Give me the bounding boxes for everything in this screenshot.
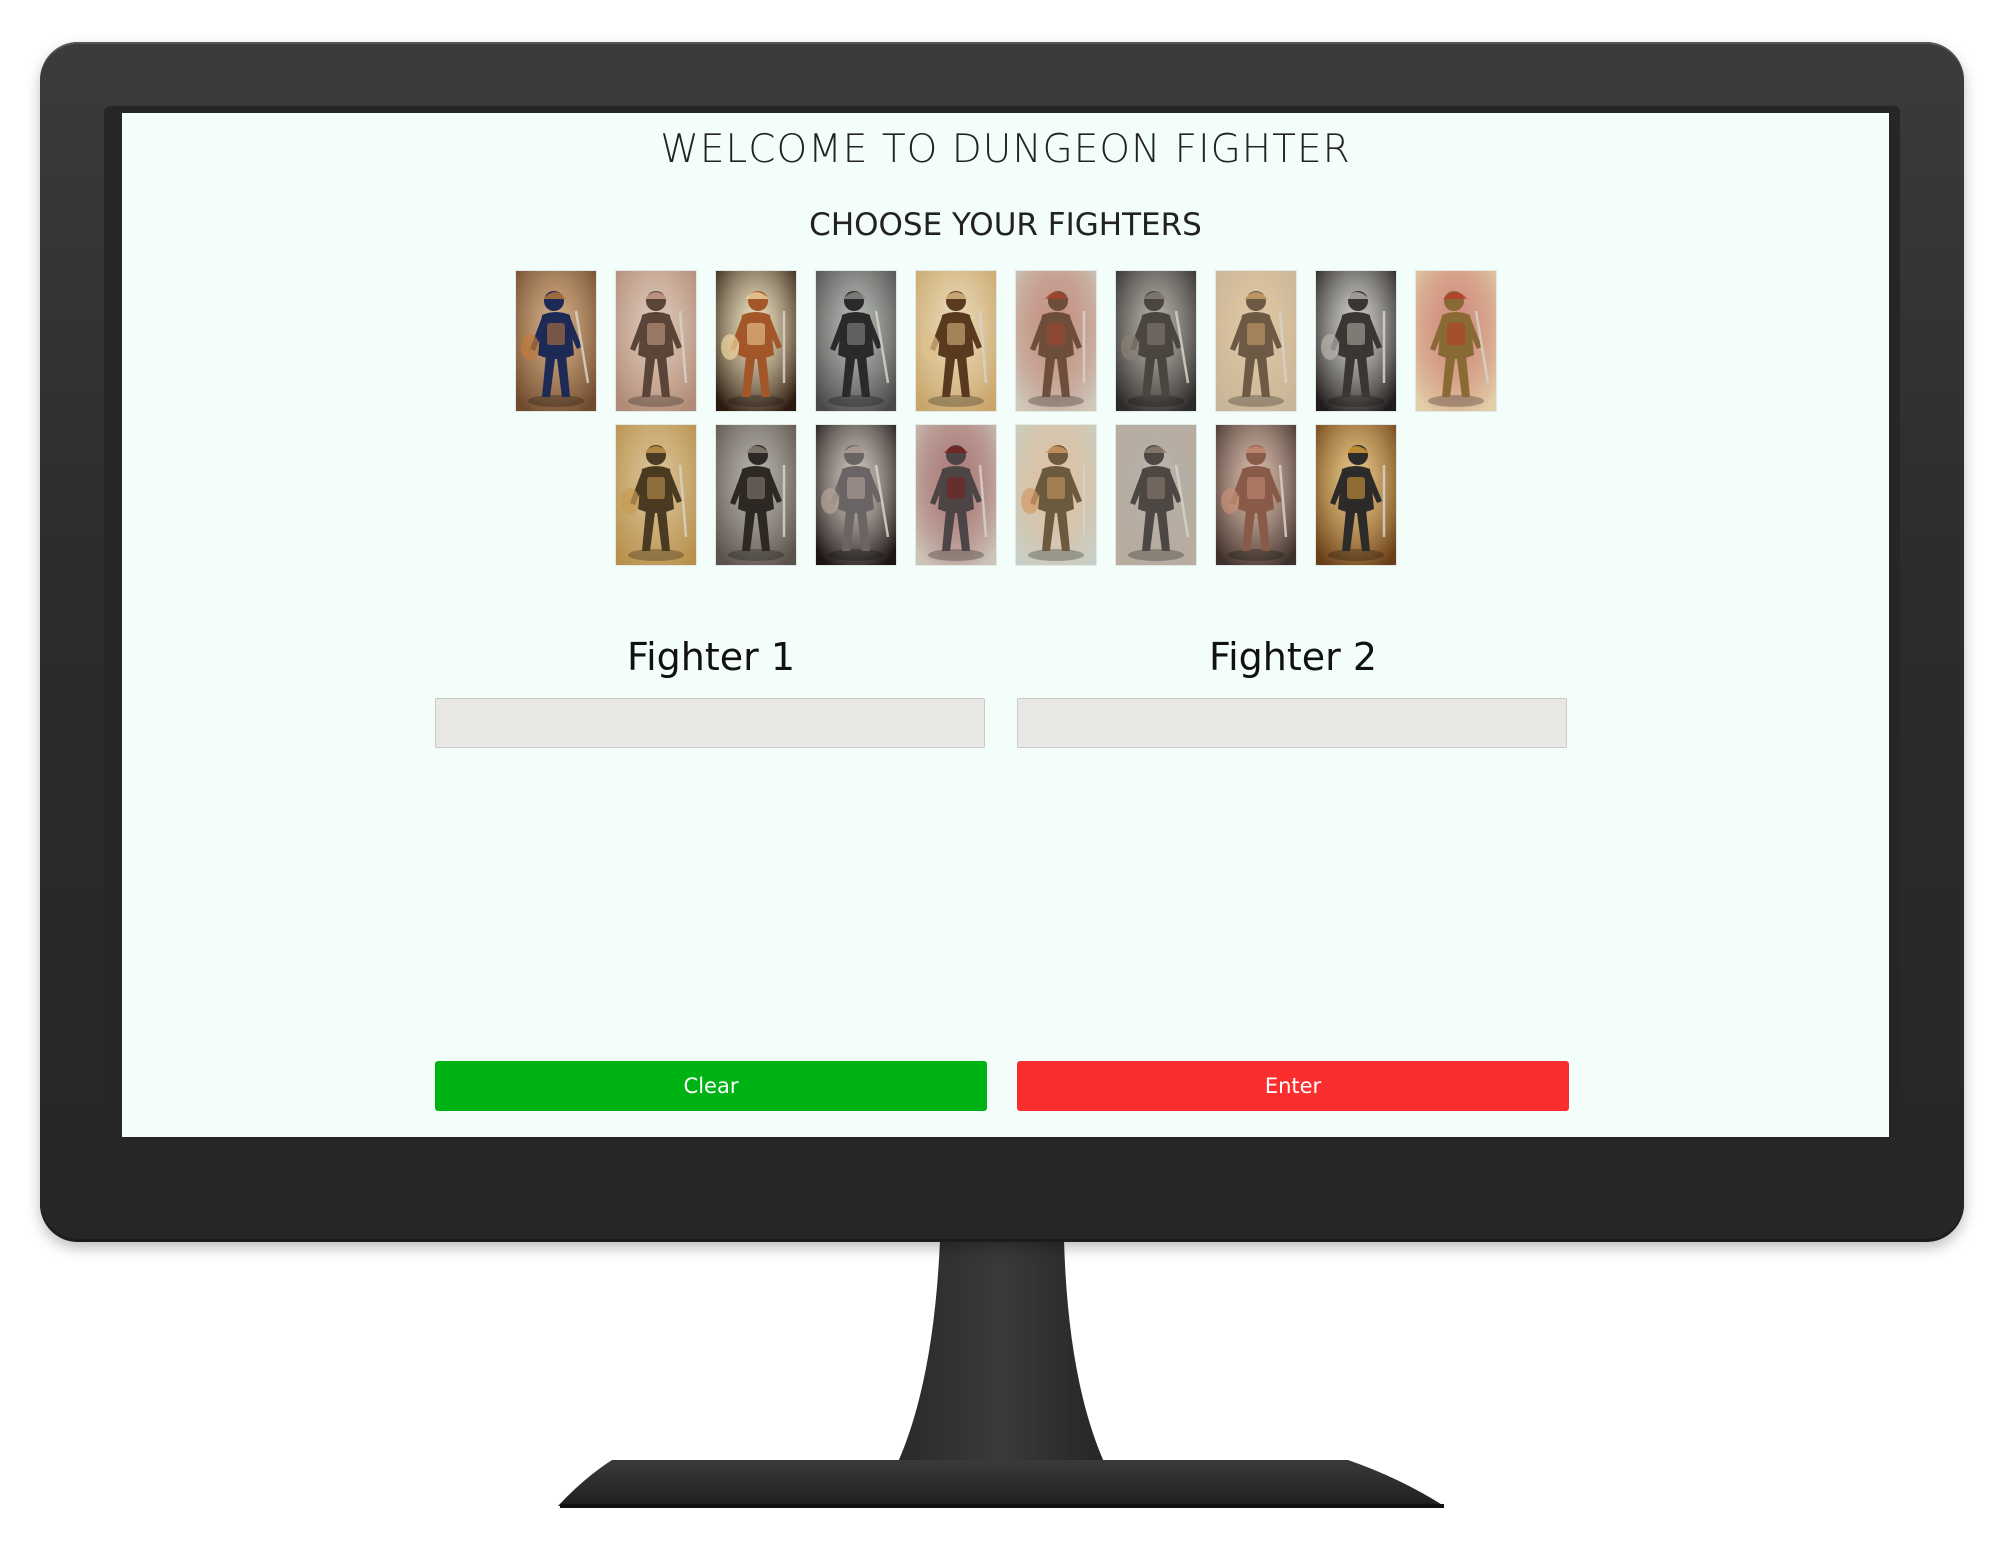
fighter-portrait-icon: [515, 271, 596, 411]
fighter-card[interactable]: [915, 425, 996, 565]
fighter-card[interactable]: [615, 425, 696, 565]
page-title: WELCOME TO DUNGEON FIGHTER: [660, 127, 1351, 172]
fighter-card[interactable]: [1115, 425, 1196, 565]
fighter-portrait-icon: [1315, 425, 1396, 565]
fighter-card[interactable]: [515, 271, 596, 411]
fighter-portrait-icon: [815, 271, 896, 411]
fighter-portrait-icon: [815, 425, 896, 565]
fighter-row-2: [122, 425, 1889, 565]
fighter-portrait-icon: [915, 425, 996, 565]
page-subtitle: CHOOSE YOUR FIGHTERS: [809, 207, 1202, 243]
fighter-portrait-icon: [615, 425, 696, 565]
fighter-row-1: [122, 271, 1889, 411]
enter-button[interactable]: Enter: [1017, 1061, 1569, 1111]
fighter-card[interactable]: [915, 271, 996, 411]
fighter-2-field[interactable]: [1017, 698, 1567, 748]
fighter-portrait-icon: [1015, 271, 1096, 411]
fighter-portrait-icon: [1315, 271, 1396, 411]
fighter-card[interactable]: [1415, 271, 1496, 411]
fighter-card[interactable]: [615, 271, 696, 411]
fighter-portrait-icon: [615, 271, 696, 411]
fighter-portrait-icon: [1015, 425, 1096, 565]
fighter-portrait-icon: [715, 425, 796, 565]
fighter-portrait-icon: [1215, 425, 1296, 565]
fighter-card[interactable]: [1315, 425, 1396, 565]
fighter-portrait-icon: [915, 271, 996, 411]
fighter-1-label: Fighter 1: [626, 635, 795, 679]
app-screen: WELCOME TO DUNGEON FIGHTER CHOOSE YOUR F…: [122, 113, 1889, 1137]
fighter-2-label: Fighter 2: [1208, 635, 1377, 679]
fighter-portrait-icon: [1115, 271, 1196, 411]
fighter-card[interactable]: [715, 271, 796, 411]
fighter-portrait-icon: [1215, 271, 1296, 411]
fighter-portrait-icon: [1115, 425, 1196, 565]
fighter-1-field[interactable]: [435, 698, 985, 748]
fighter-card[interactable]: [1215, 425, 1296, 565]
fighter-card[interactable]: [815, 271, 896, 411]
monitor-frame: WELCOME TO DUNGEON FIGHTER CHOOSE YOUR F…: [40, 42, 1964, 1242]
fighter-portrait-icon: [715, 271, 796, 411]
fighter-grid: [122, 271, 1889, 579]
fighter-card[interactable]: [1115, 271, 1196, 411]
fighter-portrait-icon: [1415, 271, 1496, 411]
fighter-card[interactable]: [1015, 271, 1096, 411]
fighter-card[interactable]: [1215, 271, 1296, 411]
fighter-card[interactable]: [1015, 425, 1096, 565]
clear-button[interactable]: Clear: [435, 1061, 987, 1111]
page: WELCOME TO DUNGEON FIGHTER CHOOSE YOUR F…: [0, 0, 2000, 1550]
fighter-card[interactable]: [815, 425, 896, 565]
fighter-card[interactable]: [715, 425, 796, 565]
fighter-card[interactable]: [1315, 271, 1396, 411]
